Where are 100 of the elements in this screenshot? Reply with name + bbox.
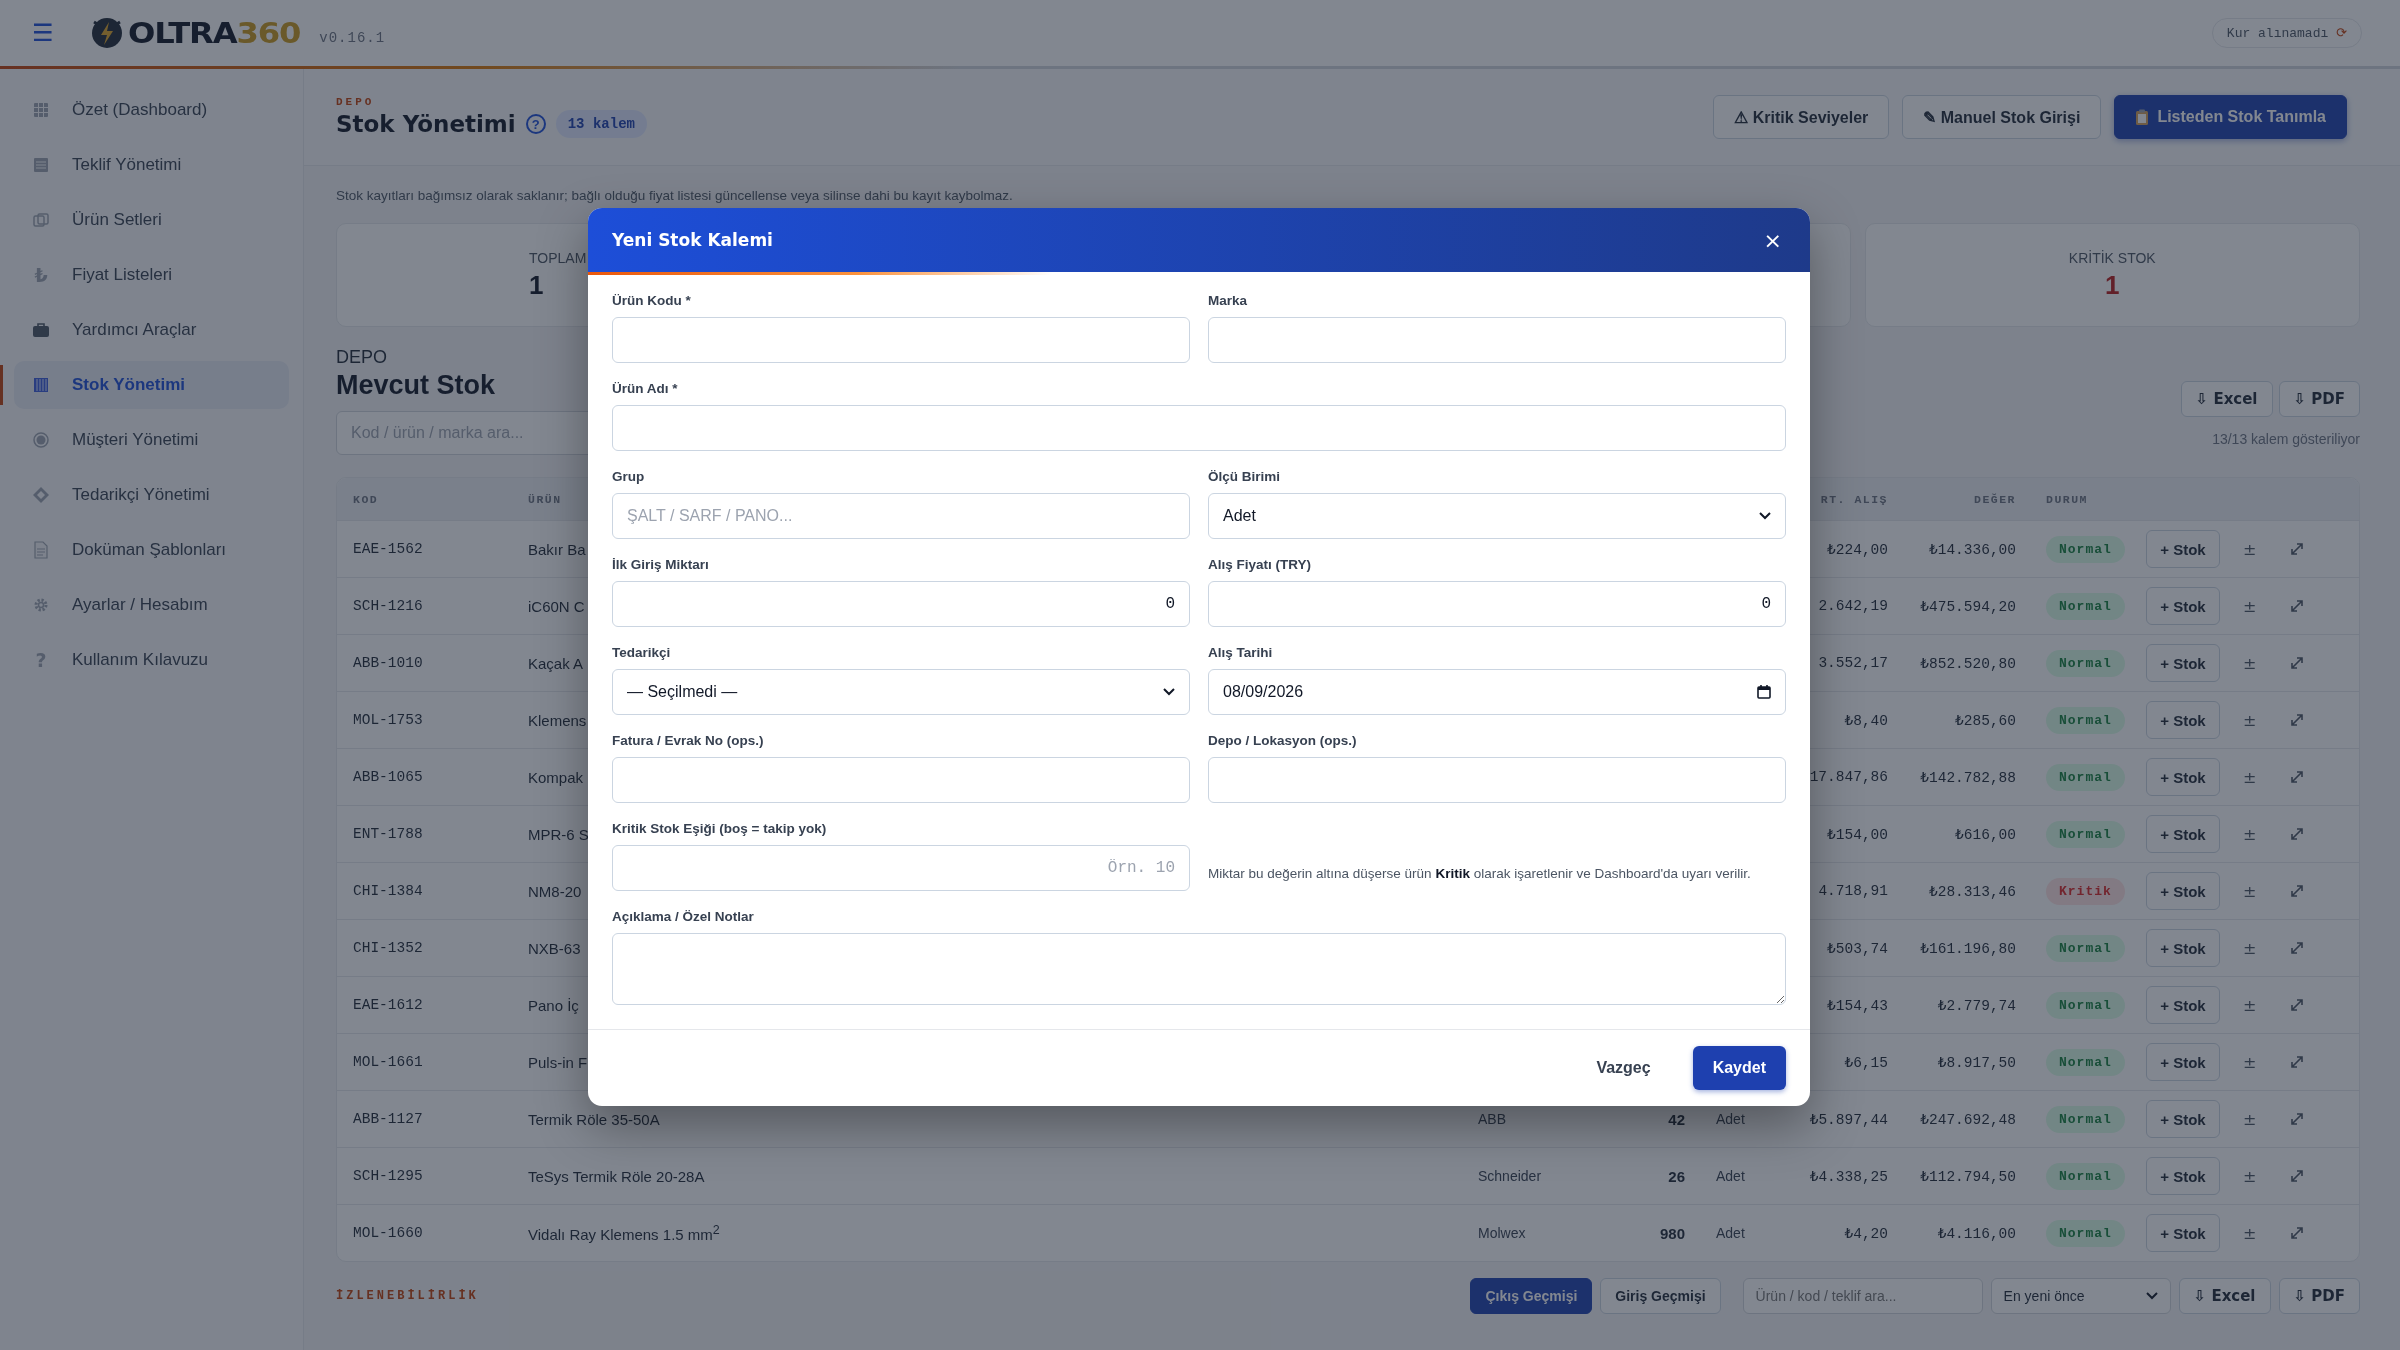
adjust-button[interactable]: ± xyxy=(2243,539,2257,559)
add-stock-button[interactable]: + Stok xyxy=(2146,1100,2220,1138)
export-button[interactable]: ⇩ Excel xyxy=(2178,1278,2271,1314)
expand-icon[interactable] xyxy=(2289,541,2305,557)
status-label: Normal xyxy=(2046,1162,2125,1190)
sidebar-item[interactable]: Doküman Şablonları xyxy=(14,526,289,574)
sidebar-item[interactable]: Yardımcı Araçlar xyxy=(14,306,289,354)
expand-icon[interactable] xyxy=(2289,940,2305,956)
add-stock-button[interactable]: + Stok xyxy=(2146,815,2220,853)
add-stock-button[interactable]: + Stok xyxy=(2146,929,2220,967)
field-label: Grup xyxy=(612,469,645,484)
close-button[interactable]: × xyxy=(1759,227,1786,253)
input-field[interactable] xyxy=(612,317,1190,363)
adjust-button[interactable]: ± xyxy=(2243,653,2257,673)
product-cell: iC60N C xyxy=(528,597,585,615)
sidebar-item[interactable]: Ayarlar / Hesabım xyxy=(14,581,289,629)
adjust-button[interactable]: ± xyxy=(2243,1223,2257,1243)
add-stock-button[interactable]: + Stok xyxy=(2146,701,2220,739)
export-button[interactable]: ⇩ PDF xyxy=(2278,1278,2360,1314)
price-cell-text: ₺224,00 xyxy=(1826,540,1888,558)
input-field[interactable]: 0 xyxy=(1208,581,1786,627)
add-stock-button[interactable]: + Stok xyxy=(2146,644,2220,682)
sidebar-item[interactable]: Müşteri Yönetimi xyxy=(14,416,289,464)
notes-field[interactable] xyxy=(612,933,1786,1005)
export-button[interactable]: ⇩ PDF xyxy=(2278,381,2360,417)
save-button[interactable]: Kaydet xyxy=(1692,1046,1786,1090)
adjust-button[interactable]: ± xyxy=(2243,995,2257,1015)
price-cell-text: ₺5.897,44 xyxy=(1808,1110,1888,1128)
sidebar-item[interactable]: Özet (Dashboard) xyxy=(14,86,289,134)
add-stock-button[interactable]: + Stok xyxy=(2146,1043,2220,1081)
input-field[interactable] xyxy=(612,757,1190,803)
chevron-icon xyxy=(2145,1292,2158,1300)
sidebar-item[interactable]: Tedarikçi Yönetimi xyxy=(14,471,289,519)
expand-icon[interactable] xyxy=(2289,655,2305,671)
add-stock-button[interactable]: + Stok xyxy=(2146,1157,2220,1195)
value-cell-text: ₺8.917,50 xyxy=(1936,1053,2016,1071)
expand-icon[interactable] xyxy=(2289,826,2305,842)
history-tab[interactable]: Çıkış Geçmişi xyxy=(1470,1278,1593,1314)
expand-icon[interactable] xyxy=(2289,1168,2305,1184)
adjust-button[interactable]: ± xyxy=(2243,710,2257,730)
adjust-button[interactable]: ± xyxy=(2243,1052,2257,1072)
history-tab[interactable]: Giriş Geçmişi xyxy=(1600,1278,1721,1314)
unit-cell-text: Adet xyxy=(1715,1111,1745,1127)
input-field[interactable]: 0 xyxy=(612,581,1190,627)
code-cell-text: MOL-1753 xyxy=(352,712,423,728)
add-stock-button[interactable]: + Stok xyxy=(2146,872,2220,910)
header-button[interactable]: Listeden Stok Tanımla xyxy=(2114,95,2347,139)
add-stock-button[interactable]: + Stok xyxy=(2146,530,2220,568)
add-stock-button[interactable]: + Stok xyxy=(2146,986,2220,1024)
status-label: Normal xyxy=(2046,1105,2125,1133)
select-field[interactable]: — Seçilmedi — xyxy=(612,669,1190,715)
expand-icon[interactable] xyxy=(2289,769,2305,785)
select-field[interactable]: Adet xyxy=(1208,493,1786,539)
expand-icon[interactable] xyxy=(2289,1054,2305,1070)
add-stock-button[interactable]: + Stok xyxy=(2146,758,2220,796)
adjust-button[interactable]: ± xyxy=(2243,596,2257,616)
sort-select[interactable]: En yeni önce xyxy=(1990,1278,2171,1314)
expand-icon[interactable] xyxy=(2289,598,2305,614)
stat-label: TOPLAM xyxy=(529,249,587,266)
help-icon[interactable]: ? xyxy=(525,114,546,134)
sidebar-item[interactable]: ? Kullanım Kılavuzu xyxy=(14,636,289,684)
price-cell-text: ₺4,20 xyxy=(1843,1224,1888,1242)
input-field[interactable]: Örn. 10 xyxy=(612,845,1190,891)
sidebar-item[interactable]: Ürün Setleri xyxy=(14,196,289,244)
input-field[interactable]: ŞALT / SARF / PANO... xyxy=(612,493,1190,539)
search-field[interactable]: Ürün / kod / teklif ara... xyxy=(1742,1278,1983,1314)
adjust-button[interactable]: ± xyxy=(2243,824,2257,844)
date-field[interactable]: 08/09/2026 xyxy=(1208,669,1786,715)
brand-cell: ABB xyxy=(1478,1111,1506,1127)
expand-icon[interactable] xyxy=(2289,883,2305,899)
expand-icon[interactable] xyxy=(2289,712,2305,728)
adjust-button[interactable]: ± xyxy=(2243,881,2257,901)
value-cell-text: ₺4.116,00 xyxy=(1936,1224,2016,1242)
sidebar-item[interactable]: Stok Yönetimi xyxy=(14,361,289,409)
code-cell-text: ENT-1788 xyxy=(352,826,423,842)
adjust-button[interactable]: ± xyxy=(2243,1166,2257,1186)
add-stock-button[interactable]: + Stok xyxy=(2146,587,2220,625)
sidebar-item[interactable]: Teklif Yönetimi xyxy=(14,141,289,189)
add-stock-button[interactable]: + Stok xyxy=(2146,1214,2220,1252)
unit-cell-text: Adet xyxy=(1715,1168,1745,1184)
sidebar-item[interactable]: ₺ Fiyat Listeleri xyxy=(14,251,289,299)
product-cell: NM8-20 xyxy=(528,882,582,900)
cancel-button[interactable]: Vazgeç xyxy=(1576,1046,1671,1090)
input-field[interactable] xyxy=(1208,317,1786,363)
price-cell-text: ₺6,15 xyxy=(1843,1053,1888,1071)
expand-icon[interactable] xyxy=(2289,997,2305,1013)
input-field[interactable] xyxy=(1208,757,1786,803)
menu-button[interactable]: ☰ xyxy=(32,19,54,47)
field-label: Tedarikçi xyxy=(612,645,671,660)
export-button[interactable]: ⇩ Excel xyxy=(2180,381,2273,417)
field-label: Ölçü Birimi xyxy=(1208,469,1280,484)
adjust-button[interactable]: ± xyxy=(2243,1109,2257,1129)
adjust-button[interactable]: ± xyxy=(2243,938,2257,958)
input-field[interactable] xyxy=(612,405,1786,451)
expand-icon[interactable] xyxy=(2289,1225,2305,1241)
adjust-button[interactable]: ± xyxy=(2243,767,2257,787)
value-cell-text: ₺475.594,20 xyxy=(1919,597,2016,615)
header-button[interactable]: ⚠ Kritik Seviyeler xyxy=(1713,95,1890,139)
expand-icon[interactable] xyxy=(2289,1111,2305,1127)
header-button[interactable]: ✎ Manuel Stok Girişi xyxy=(1902,95,2102,139)
